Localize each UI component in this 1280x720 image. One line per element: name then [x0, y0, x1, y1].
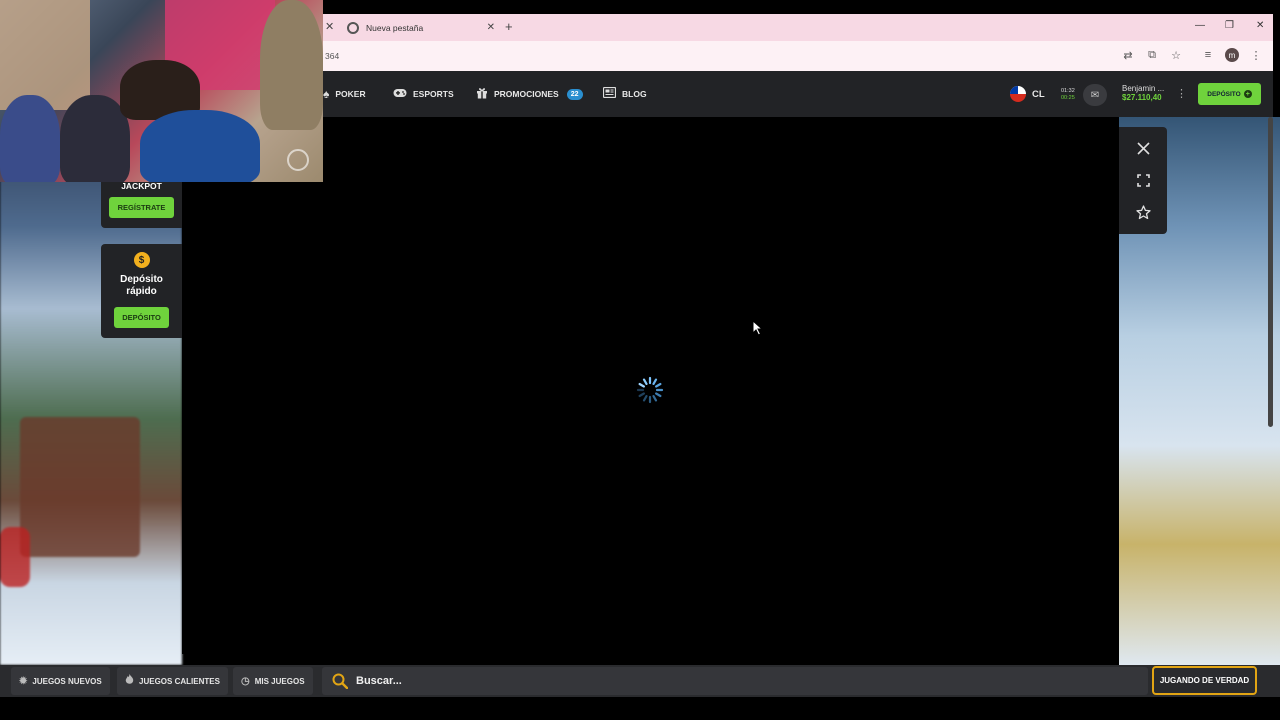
user-name: Benjamin ... — [1122, 84, 1165, 93]
country-code: CL — [1032, 88, 1045, 100]
mouse-cursor-icon — [752, 320, 764, 336]
search-box[interactable] — [322, 667, 1148, 695]
bookmark-star-icon[interactable]: ☆ — [1169, 48, 1183, 62]
game-controls — [1119, 127, 1167, 234]
chrome-icon — [347, 21, 359, 34]
chile-flag-icon — [1010, 86, 1026, 102]
nav-promociones[interactable]: PROMOCIONES 22 — [476, 71, 583, 117]
favorite-button[interactable] — [1133, 202, 1153, 222]
newspaper-icon — [602, 86, 617, 101]
webcam-person — [260, 0, 323, 130]
webcam-overlay — [0, 0, 323, 182]
nav-label: ESPORTS — [413, 89, 454, 99]
tab-title: Nueva pestaña — [366, 22, 424, 33]
translate-icon[interactable]: ⇄ — [1121, 48, 1135, 62]
account-menu-icon[interactable]: ⋮ — [1176, 87, 1187, 100]
webcam-person — [140, 110, 260, 182]
profile-avatar[interactable]: m — [1225, 48, 1239, 62]
search-icon — [332, 673, 348, 689]
user-balance: $27.110,40 — [1122, 93, 1162, 102]
quick-deposit-button[interactable]: DEPÓSITO — [114, 307, 169, 328]
new-games-label: JUEGOS NUEVOS — [32, 676, 102, 686]
address-bar-icons: ⇄ ⧉ ☆ ≡ m ⋮ — [1121, 48, 1263, 62]
country-selector[interactable]: CL — [1010, 71, 1045, 117]
fullscreen-button[interactable] — [1133, 170, 1153, 190]
maximize-icon[interactable]: ❐ — [1225, 20, 1234, 31]
url-text[interactable]: 364 — [325, 51, 339, 61]
background-door — [0, 527, 30, 587]
star-icon — [1135, 204, 1151, 219]
register-button[interactable]: REGÍSTRATE — [109, 197, 174, 218]
hot-games-button[interactable]: JUEGOS CALIENTES — [117, 667, 228, 695]
history-icon: ◷ — [241, 675, 250, 687]
new-games-button[interactable]: ✹ JUEGOS NUEVOS — [11, 667, 110, 695]
flame-icon — [125, 674, 134, 688]
nav-label: BLOG — [622, 89, 647, 99]
jackpot-card: JACKPOT REGÍSTRATE — [101, 176, 182, 228]
site-header: ♠ POKER ESPORTS PROMOCIONES 22 BLOG CL 0… — [323, 71, 1273, 117]
loading-spinner-icon — [636, 376, 664, 404]
screen: ✕ Nueva pestaña ✕ + — ❐ ✕ 364 ⇄ ⧉ ☆ ≡ m … — [0, 0, 1280, 720]
session-clock: 01:32 00:25 — [1061, 88, 1075, 102]
coin-icon: $ — [133, 252, 150, 268]
my-games-label: MIS JUEGOS — [254, 676, 305, 686]
game-frame[interactable] — [182, 127, 1119, 654]
fullscreen-icon — [1136, 173, 1150, 187]
nav-label: PROMOCIONES — [494, 89, 559, 99]
promo-count-badge: 22 — [566, 88, 583, 100]
search-input[interactable] — [356, 675, 656, 687]
close-icon — [1136, 141, 1150, 155]
install-icon[interactable]: ⧉ — [1145, 48, 1159, 62]
webcam-wall — [0, 0, 90, 110]
menu-kebab-icon[interactable]: ⋮ — [1249, 48, 1263, 62]
close-tab-icon[interactable]: ✕ — [325, 20, 334, 33]
nav-esports[interactable]: ESPORTS — [393, 71, 454, 117]
gamepad-icon — [393, 87, 407, 101]
page-scrollbar[interactable] — [1268, 117, 1273, 427]
close-game-button[interactable] — [1133, 138, 1153, 158]
plus-circle-icon: + — [1243, 90, 1252, 98]
webcam-logo-icon — [287, 149, 309, 171]
hot-games-label: JUEGOS CALIENTES — [139, 676, 220, 686]
gift-icon — [476, 87, 488, 102]
session-time: 00:25 — [1061, 95, 1075, 101]
close-tab-icon[interactable]: ✕ — [487, 22, 495, 33]
real-play-button[interactable]: JUGANDO DE VERDAD — [1152, 666, 1257, 695]
nav-poker[interactable]: ♠ POKER — [323, 71, 366, 117]
close-window-icon[interactable]: ✕ — [1256, 20, 1264, 31]
minimize-icon[interactable]: — — [1195, 20, 1205, 31]
webcam-person — [0, 95, 60, 182]
envelope-icon: ✉ — [1090, 89, 1100, 101]
sparkle-icon: ✹ — [19, 675, 28, 687]
background-house — [20, 417, 140, 557]
my-games-button[interactable]: ◷ MIS JUEGOS — [233, 667, 313, 695]
browser-tabbar: ✕ Nueva pestaña ✕ + — ❐ ✕ — [323, 14, 1273, 41]
bottom-bar: ✹ JUEGOS NUEVOS JUEGOS CALIENTES ◷ MIS J… — [0, 665, 1280, 697]
browser-tab[interactable]: Nueva pestaña ✕ — [339, 14, 499, 41]
nav-blog[interactable]: BLOG — [602, 71, 647, 117]
nav-label: POKER — [335, 89, 366, 99]
new-tab-icon[interactable]: + — [505, 19, 513, 34]
quick-deposit-card: $ Depósito rápido DEPÓSITO — [101, 244, 182, 338]
quick-deposit-title: Depósito rápido — [120, 274, 163, 297]
deposit-label: DEPÓSITO — [1207, 90, 1241, 98]
address-bar[interactable]: 364 ⇄ ⧉ ☆ ≡ m ⋮ — [323, 41, 1273, 71]
header-deposit-button[interactable]: DEPÓSITO + — [1198, 83, 1261, 105]
clock-time: 01:32 — [1061, 88, 1075, 94]
user-account[interactable]: Benjamin ... $27.110,40 — [1122, 84, 1164, 102]
messages-button[interactable]: ✉ — [1083, 84, 1107, 106]
reading-list-icon[interactable]: ≡ — [1201, 48, 1215, 62]
spade-icon: ♠ — [323, 87, 330, 101]
